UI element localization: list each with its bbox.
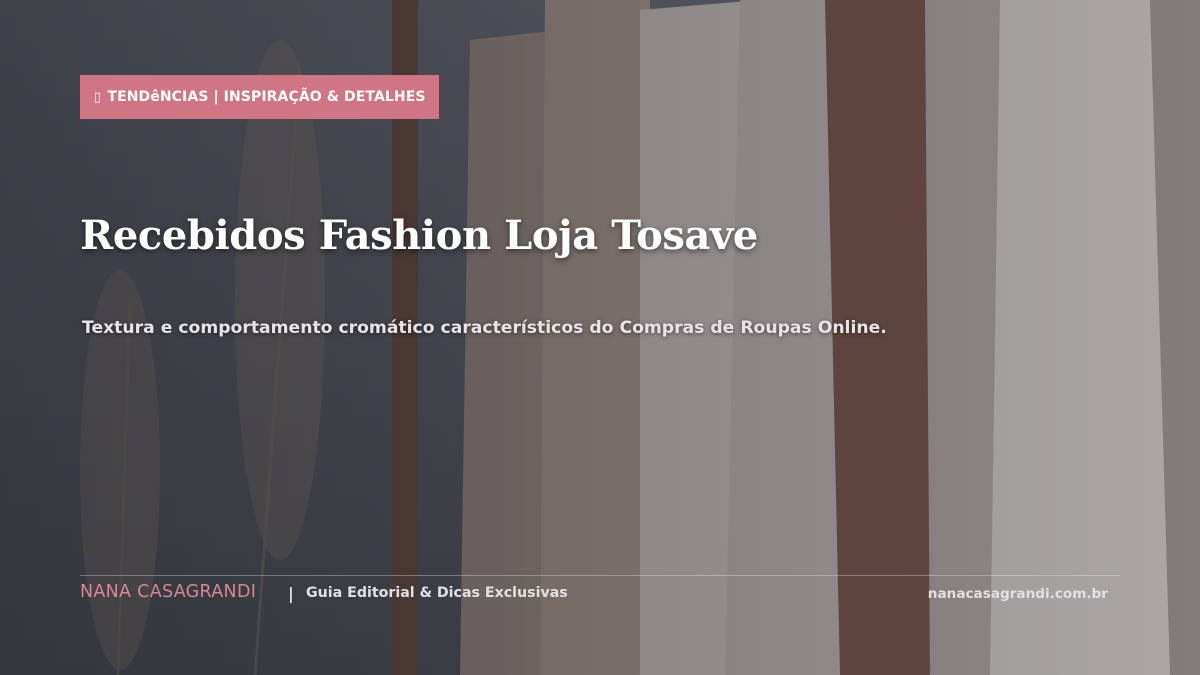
tag-icon: ▯ [93, 89, 102, 105]
footer-separator: | [288, 584, 294, 603]
footer-tagline: Guia Editorial & Dicas Exclusivas [306, 585, 568, 601]
footer-website-link[interactable]: nanacasagrandi.com.br [928, 586, 1108, 602]
footer-divider [80, 575, 1120, 576]
footer-brand-name[interactable]: NANA CASAGRANDI [80, 582, 256, 602]
category-badge[interactable]: ▯ TENDêNCIAS | INSPIRAÇÃO & DETALHES [80, 75, 439, 119]
category-badge-label: TENDêNCIAS | INSPIRAÇÃO & DETALHES [107, 89, 426, 105]
page-title: Recebidos Fashion Loja Tosave [80, 212, 758, 259]
page-subtitle: Textura e comportamento cromático caract… [82, 318, 887, 338]
